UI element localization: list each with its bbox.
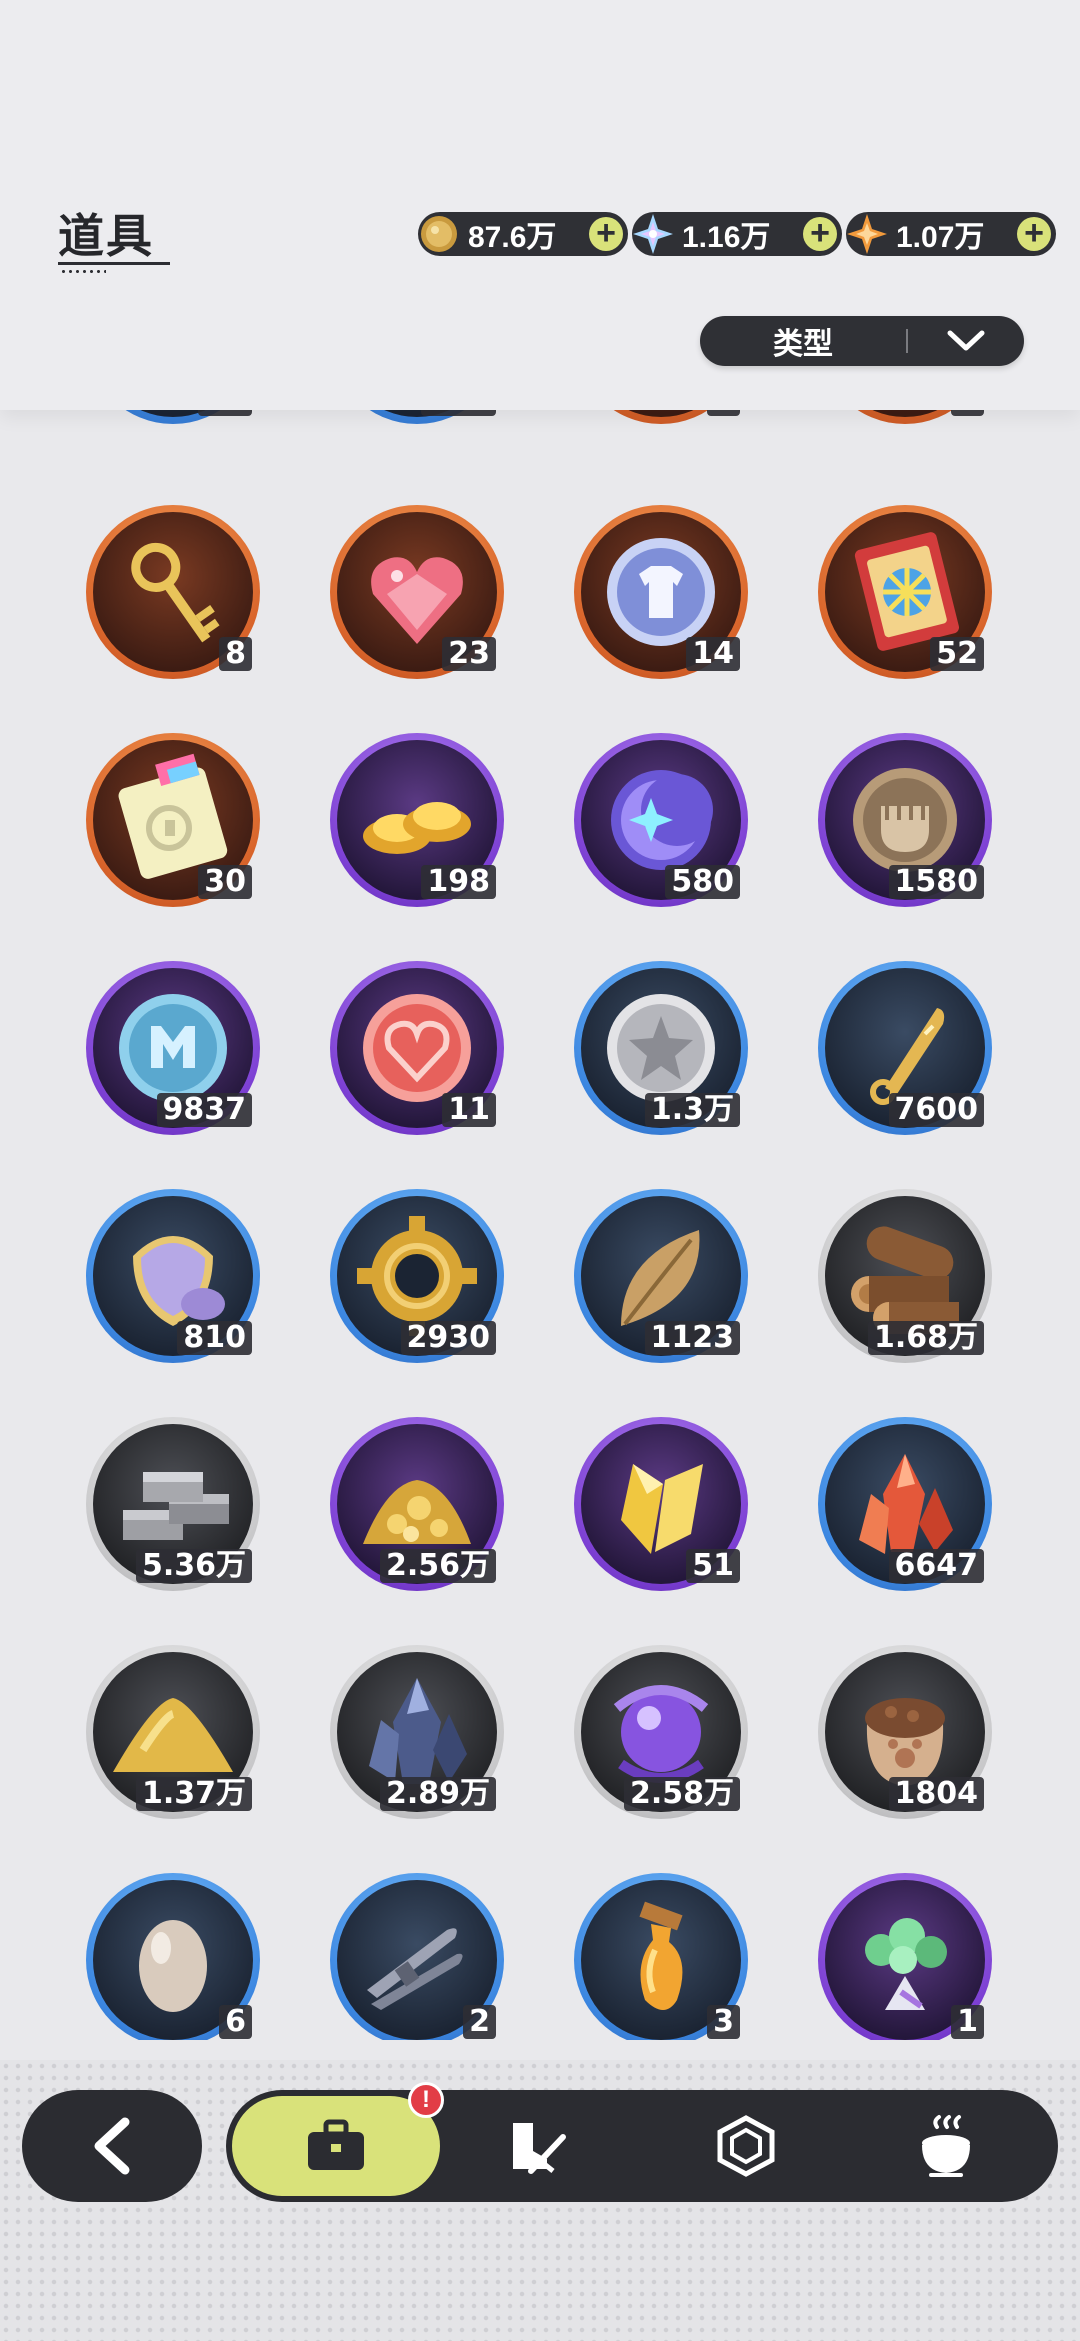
inventory-item[interactable]: 2.89万: [330, 1645, 504, 1819]
back-button[interactable]: [22, 2090, 202, 2202]
inventory-item[interactable]: 1123: [574, 1189, 748, 1363]
item-count: 23: [442, 637, 496, 671]
inventory-item[interactable]: 580: [574, 733, 748, 907]
currency-value: 1.07万: [896, 221, 985, 254]
page-header: 道具 87.6万 + 1.16万 + 1.07万 + 类型: [0, 0, 1080, 410]
boot-sword-icon: [513, 2123, 566, 2174]
item-count: 580: [665, 865, 740, 899]
item-count: 51: [686, 1549, 740, 1583]
briefcase-icon: [308, 2119, 364, 2170]
inventory-item[interactable]: 2.58万: [574, 1645, 748, 1819]
page-title: 道具: [58, 209, 154, 263]
tab-equipment[interactable]: [436, 2090, 636, 2202]
item-count: 1.3万: [644, 1093, 740, 1127]
item-count: 5.36万: [135, 1549, 252, 1583]
tab-gems[interactable]: [646, 2090, 846, 2202]
inventory-item[interactable]: 1.37万: [86, 1645, 260, 1819]
hexagon-gem-icon: [717, 2115, 775, 2177]
inventory-item[interactable]: 1: [818, 1873, 992, 2040]
currency-gold: 87.6万 +: [418, 212, 628, 256]
currency-value: 1.16万: [682, 221, 771, 254]
item-count: 1: [951, 2005, 984, 2039]
add-currency-button[interactable]: +: [589, 216, 623, 251]
gold-coin-icon: [421, 216, 457, 252]
bottom-tab-bar: !: [226, 2082, 1058, 2202]
inventory-item[interactable]: 51: [574, 1417, 748, 1591]
inventory-item[interactable]: 52: [818, 505, 992, 679]
inventory-item[interactable]: 30: [86, 733, 260, 907]
inventory-item[interactable]: 8: [86, 505, 260, 679]
inventory-item[interactable]: 5.36万: [86, 1417, 260, 1591]
item-count: 1.68万: [867, 1321, 984, 1355]
add-currency-button[interactable]: +: [803, 216, 837, 251]
inventory-item[interactable]: 11: [330, 961, 504, 1135]
inventory-item[interactable]: 810: [86, 1189, 260, 1363]
item-count: 198: [421, 865, 496, 899]
title-dots: [60, 270, 106, 273]
item-count: 2930: [400, 1321, 496, 1355]
inventory-item[interactable]: 6647: [818, 1417, 992, 1591]
item-count: 2.58万: [623, 1777, 740, 1811]
currency-crystal: 1.16万 +: [632, 212, 842, 256]
inventory-item[interactable]: 1580: [818, 733, 992, 907]
back-arrow-icon: [94, 2117, 130, 2175]
item-count: 3: [707, 2005, 740, 2039]
chevron-down-icon: [908, 329, 1024, 353]
item-count: 1.37万: [135, 1777, 252, 1811]
item-count: 1580: [888, 865, 984, 899]
item-count: 6647: [888, 1549, 984, 1583]
item-count: 52: [930, 637, 984, 671]
item-count: 14: [686, 637, 740, 671]
tab-items[interactable]: !: [232, 2082, 444, 2196]
item-count: 8: [219, 637, 252, 671]
inventory-item[interactable]: 1.68万: [818, 1189, 992, 1363]
item-count: 2: [463, 2005, 496, 2039]
title-underline: [58, 262, 170, 265]
crystal-star-icon: [633, 214, 673, 254]
item-count: 11: [442, 1093, 496, 1127]
item-count: 6: [219, 2005, 252, 2039]
inventory-item[interactable]: 14: [574, 505, 748, 679]
tab-cooking[interactable]: [846, 2090, 1046, 2202]
inventory-item[interactable]: 3: [574, 1873, 748, 2040]
item-count: 1123: [644, 1321, 740, 1355]
inventory-item[interactable]: 1804: [818, 1645, 992, 1819]
inventory-item[interactable]: 9837: [86, 961, 260, 1135]
orange-star-icon: [847, 214, 887, 254]
inventory-item[interactable]: 2930: [330, 1189, 504, 1363]
inventory-item[interactable]: 198: [330, 733, 504, 907]
item-count: 9837: [156, 1093, 252, 1127]
filter-label: 类型: [773, 327, 833, 362]
add-currency-button[interactable]: +: [1017, 216, 1051, 251]
item-count: 810: [177, 1321, 252, 1355]
cooking-pot-icon: [922, 2115, 970, 2177]
item-count: 2.56万: [379, 1549, 496, 1583]
inventory-item[interactable]: 2.56万: [330, 1417, 504, 1591]
inventory-item[interactable]: 1.3万: [574, 961, 748, 1135]
inventory-item[interactable]: 7600: [818, 961, 992, 1135]
inventory-item[interactable]: 6: [86, 1873, 260, 2040]
item-grid: 951432282314523019858015809837111.3万7600…: [0, 400, 1080, 2040]
item-count: 7600: [888, 1093, 984, 1127]
currency-value: 87.6万: [468, 221, 557, 254]
inventory-item[interactable]: 2: [330, 1873, 504, 2040]
type-filter-dropdown[interactable]: 类型: [700, 316, 1024, 366]
item-count: 2.89万: [379, 1777, 496, 1811]
inventory-item[interactable]: 23: [330, 505, 504, 679]
item-count: 30: [198, 865, 252, 899]
currency-orange-star: 1.07万 +: [846, 212, 1056, 256]
item-count: 1804: [888, 1777, 984, 1811]
